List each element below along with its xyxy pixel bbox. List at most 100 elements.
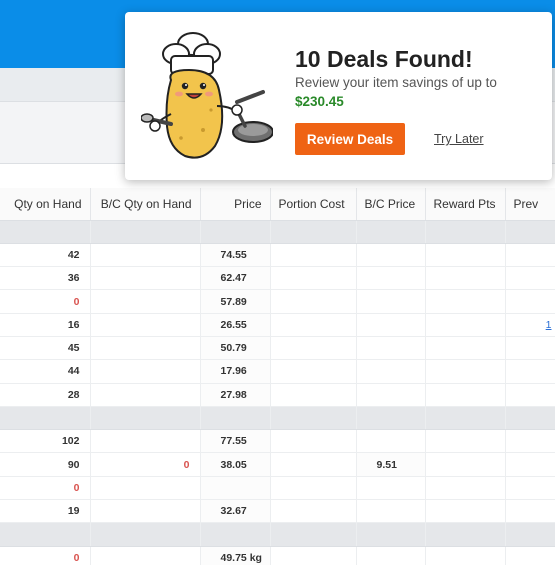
col-header-portion-cost[interactable]: Portion Cost (270, 188, 357, 221)
prev-cell (505, 429, 555, 454)
price-cell: 38.05 (200, 452, 271, 477)
popup-title: 10 Deals Found! (295, 46, 473, 72)
reward-pts-cell (425, 243, 506, 268)
qty-cell: 44 (0, 359, 91, 384)
portion-cost-cell (270, 499, 357, 524)
table-row: 45 50.79 (0, 336, 555, 361)
col-header-prev[interactable]: Prev (505, 188, 555, 221)
price-cell: 77.55 (200, 429, 271, 454)
table-row: 102 77.55 (0, 429, 555, 454)
bc-qty-cell: 0 (90, 452, 201, 477)
prev-cell (505, 452, 555, 477)
table-row: 42 74.55 (0, 243, 555, 268)
prev-cell (505, 499, 555, 524)
col-header-bc-price[interactable]: B/C Price (356, 188, 426, 221)
prev-link[interactable]: 1 (505, 313, 555, 337)
price-cell: 49.75 kg (200, 546, 271, 565)
col-header-reward-pts[interactable]: Reward Pts (425, 188, 506, 221)
bc-price-cell: 9.51 (356, 452, 426, 477)
bc-price-cell (356, 243, 426, 268)
price-cell (200, 476, 271, 501)
chef-potato-icon (140, 30, 274, 162)
group-row (0, 406, 555, 431)
portion-cost-cell (270, 243, 357, 268)
reward-pts-cell (425, 499, 506, 524)
portion-cost-cell (270, 546, 357, 565)
qty-cell: 90 (0, 452, 91, 477)
bc-qty-cell (90, 546, 201, 565)
col-header-qty-on-hand[interactable]: Qty on Hand (0, 188, 91, 221)
qty-cell: 42 (0, 243, 91, 268)
price-cell: 57.89 (200, 289, 271, 314)
try-later-link[interactable]: Try Later (434, 132, 484, 146)
reward-pts-cell (425, 336, 506, 361)
portion-cost-cell (270, 359, 357, 384)
bc-qty-cell (90, 266, 201, 291)
group-row (0, 522, 555, 547)
prev-cell (505, 383, 555, 407)
price-cell: 74.55 (200, 243, 271, 268)
bc-price-cell (356, 266, 426, 291)
reward-pts-cell (425, 476, 506, 501)
reward-pts-cell (425, 313, 506, 337)
bc-price-cell (356, 546, 426, 565)
bc-qty-cell (90, 476, 201, 501)
table-row: 0 (0, 476, 555, 501)
qty-cell: 0 (0, 476, 91, 501)
deals-popup: 10 Deals Found! Review your item savings… (125, 12, 552, 180)
popup-subtitle: Review your item savings of up to (295, 75, 497, 90)
portion-cost-cell (270, 289, 357, 314)
price-cell: 17.96 (200, 359, 271, 384)
table-header-row: Qty on Hand B/C Qty on Hand Price Portio… (0, 188, 555, 221)
bc-qty-cell (90, 243, 201, 268)
bc-qty-cell (90, 429, 201, 454)
inventory-table: Qty on Hand B/C Qty on Hand Price Portio… (0, 188, 555, 565)
reward-pts-cell (425, 289, 506, 314)
bc-price-cell (356, 429, 426, 454)
table-row: 16 26.55 1 (0, 313, 555, 337)
prev-cell (505, 336, 555, 361)
table-row: 90 0 38.05 9.51 (0, 452, 555, 477)
bc-qty-cell (90, 336, 201, 361)
price-cell: 26.55 (200, 313, 271, 337)
price-cell: 32.67 (200, 499, 271, 524)
table-row: 19 32.67 (0, 499, 555, 524)
prev-cell (505, 476, 555, 501)
portion-cost-cell (270, 266, 357, 291)
prev-cell (505, 243, 555, 268)
bc-qty-cell (90, 289, 201, 314)
col-header-price[interactable]: Price (200, 188, 271, 221)
reward-pts-cell (425, 546, 506, 565)
portion-cost-cell (270, 429, 357, 454)
bc-qty-cell (90, 313, 201, 337)
prev-cell (505, 359, 555, 384)
review-deals-button[interactable]: Review Deals (295, 123, 405, 155)
col-header-bc-qty-on-hand[interactable]: B/C Qty on Hand (90, 188, 201, 221)
bc-price-cell (356, 359, 426, 384)
qty-cell: 0 (0, 289, 91, 314)
table-row: 0 49.75 kg (0, 546, 555, 565)
reward-pts-cell (425, 266, 506, 291)
bc-qty-cell (90, 383, 201, 407)
bc-price-cell (356, 336, 426, 361)
price-cell: 50.79 (200, 336, 271, 361)
savings-amount: $230.45 (295, 94, 344, 109)
reward-pts-cell (425, 383, 506, 407)
reward-pts-cell (425, 359, 506, 384)
price-cell: 62.47 (200, 266, 271, 291)
bc-price-cell (356, 499, 426, 524)
bc-price-cell (356, 383, 426, 407)
bc-price-cell (356, 476, 426, 501)
qty-cell: 16 (0, 313, 91, 337)
qty-cell: 45 (0, 336, 91, 361)
reward-pts-cell (425, 452, 506, 477)
table-row: 44 17.96 (0, 359, 555, 384)
portion-cost-cell (270, 313, 357, 337)
price-cell: 27.98 (200, 383, 271, 407)
qty-cell: 19 (0, 499, 91, 524)
bc-qty-cell (90, 359, 201, 384)
table-row: 0 57.89 (0, 289, 555, 314)
qty-cell: 102 (0, 429, 91, 454)
bc-price-cell (356, 289, 426, 314)
qty-cell: 36 (0, 266, 91, 291)
